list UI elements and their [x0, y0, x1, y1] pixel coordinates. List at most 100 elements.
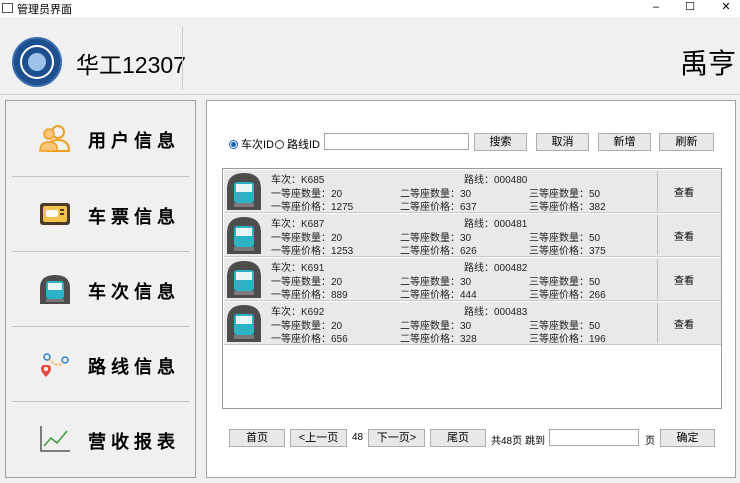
- users-icon: [39, 125, 71, 152]
- maximize-button[interactable]: ☐: [670, 0, 710, 17]
- train-row: 车次：K691 路线：000482 一等座数量：20 二等座数量：30 三等座数量：50…: [224, 258, 721, 301]
- view-button[interactable]: 查看: [674, 184, 694, 199]
- row-value: 000480: [494, 175, 528, 186]
- row-value: 三等座价格：: [529, 202, 589, 213]
- route-icon: [41, 353, 69, 377]
- row-value: 626: [460, 246, 477, 257]
- jump-page-input[interactable]: [549, 429, 639, 446]
- row-value: 000481: [494, 219, 528, 230]
- first-page-button[interactable]: 首页: [229, 429, 285, 447]
- row-value: 375: [589, 246, 606, 257]
- third-class-price: 三等座价格：375: [529, 242, 606, 257]
- last-page-button[interactable]: 尾页: [430, 429, 486, 447]
- third-class-price: 三等座价格：382: [529, 198, 606, 213]
- train-icon: [227, 261, 261, 298]
- row-value: 一等座价格：: [271, 246, 331, 257]
- first-class-price: 一等座价格：1275: [271, 198, 353, 213]
- route-id-text: 路线：000480: [464, 171, 527, 186]
- refresh-button[interactable]: 刷新: [659, 133, 714, 151]
- train-list: 车次：K685 路线：000480 一等座数量：20 二等座数量：30 三等座数量：50…: [222, 168, 722, 409]
- sidebar-item-label: 路线信息: [88, 357, 180, 378]
- radio-label: 车次ID: [241, 139, 274, 151]
- row-value: 一等座价格：: [271, 202, 331, 213]
- row-value: 444: [460, 290, 477, 301]
- search-input[interactable]: [324, 133, 469, 150]
- train-row: 车次：K687 路线：000481 一等座数量：20 二等座数量：30 三等座数量：50…: [224, 214, 721, 257]
- train-row: 车次：K692 路线：000483 一等座数量：20 二等座数量：30 三等座数量：50…: [224, 302, 721, 345]
- third-class-price: 三等座价格：196: [529, 330, 606, 345]
- app-header: 华工12307 禹亨: [0, 17, 740, 95]
- jump-label: 跳到: [525, 436, 545, 447]
- sidebar-item-trains[interactable]: 车次信息: [12, 252, 189, 326]
- train-no-text: 车次：K685: [271, 171, 324, 186]
- row-value: 196: [589, 334, 606, 345]
- row-value: 000482: [494, 263, 528, 274]
- second-class-price: 二等座价格：328: [400, 330, 477, 345]
- sidebar-item-users[interactable]: 用户信息: [12, 101, 189, 175]
- row-value: 1253: [331, 246, 354, 257]
- sidebar-item-label: 车次信息: [88, 282, 180, 303]
- prev-page-button[interactable]: <上一页: [290, 429, 347, 447]
- sidebar-item-tickets[interactable]: 车票信息: [12, 177, 189, 251]
- second-class-price: 二等座价格：637: [400, 198, 477, 213]
- row-value: 一等座价格：: [271, 290, 331, 301]
- cancel-button[interactable]: 取消: [536, 133, 589, 151]
- sidebar-item-label: 营收报表: [88, 432, 180, 453]
- second-class-price: 二等座价格：444: [400, 286, 477, 301]
- brand-title: 华工12307: [76, 52, 186, 78]
- next-page-button[interactable]: 下一页>: [368, 429, 425, 447]
- row-divider: [657, 259, 658, 299]
- row-value: 二等座价格：: [400, 202, 460, 213]
- row-value: 382: [589, 202, 606, 213]
- train-no-text: 车次：K692: [271, 303, 324, 318]
- row-value: 1275: [331, 202, 354, 213]
- row-value: 656: [331, 334, 348, 345]
- row-value: 889: [331, 290, 348, 301]
- window-title: 管理员界面: [17, 4, 72, 16]
- add-button[interactable]: 新增: [598, 133, 651, 151]
- radio-unselected-icon: [275, 140, 284, 149]
- radio-route-id[interactable]: 路线ID: [275, 136, 320, 152]
- row-value: 266: [589, 290, 606, 301]
- first-class-price: 一等座价格：656: [271, 330, 348, 345]
- first-class-price: 一等座价格：889: [271, 286, 348, 301]
- train-no-text: 车次：K691: [271, 259, 324, 274]
- university-logo: [12, 37, 62, 87]
- train-icon: [227, 305, 261, 342]
- row-divider: [657, 215, 658, 255]
- view-button[interactable]: 查看: [674, 272, 694, 287]
- view-button[interactable]: 查看: [674, 228, 694, 243]
- route-id-text: 路线：000481: [464, 215, 527, 230]
- row-value: 三等座价格：: [529, 290, 589, 301]
- user-name: 禹亨: [679, 47, 736, 80]
- sidebar-item-revenue[interactable]: 营收报表: [12, 402, 189, 476]
- train-row: 车次：K685 路线：000480 一等座数量：20 二等座数量：30 三等座数量：50…: [224, 170, 721, 213]
- row-value: 328: [460, 334, 477, 345]
- row-value: 二等座价格：: [400, 290, 460, 301]
- sidebar-item-routes[interactable]: 路线信息: [12, 327, 189, 401]
- sidebar-item-label: 用户信息: [88, 131, 180, 152]
- radio-train-id[interactable]: 车次ID: [229, 136, 274, 152]
- search-button[interactable]: 搜索: [474, 133, 527, 151]
- first-class-price: 一等座价格：1253: [271, 242, 353, 257]
- row-value: 一等座价格：: [271, 334, 331, 345]
- radio-label: 路线ID: [287, 139, 320, 151]
- view-button[interactable]: 查看: [674, 316, 694, 331]
- route-id-text: 路线：000482: [464, 259, 527, 274]
- ticket-icon: [40, 203, 70, 225]
- train-no-text: 车次：K687: [271, 215, 324, 230]
- sidebar-item-label: 车票信息: [88, 207, 180, 228]
- chart-icon: [40, 426, 70, 452]
- route-id-text: 路线：000483: [464, 303, 527, 318]
- close-button[interactable]: ✕: [706, 0, 740, 17]
- row-value: 二等座价格：: [400, 334, 460, 345]
- total-pages: 共48页: [491, 436, 523, 447]
- second-class-price: 二等座价格：626: [400, 242, 477, 257]
- confirm-jump-button[interactable]: 确定: [660, 429, 715, 447]
- row-value: 三等座价格：: [529, 246, 589, 257]
- row-value: 二等座价格：: [400, 246, 460, 257]
- third-class-price: 三等座价格：266: [529, 286, 606, 301]
- row-divider: [657, 171, 658, 211]
- train-icon: [40, 275, 70, 304]
- app-icon: [2, 3, 13, 13]
